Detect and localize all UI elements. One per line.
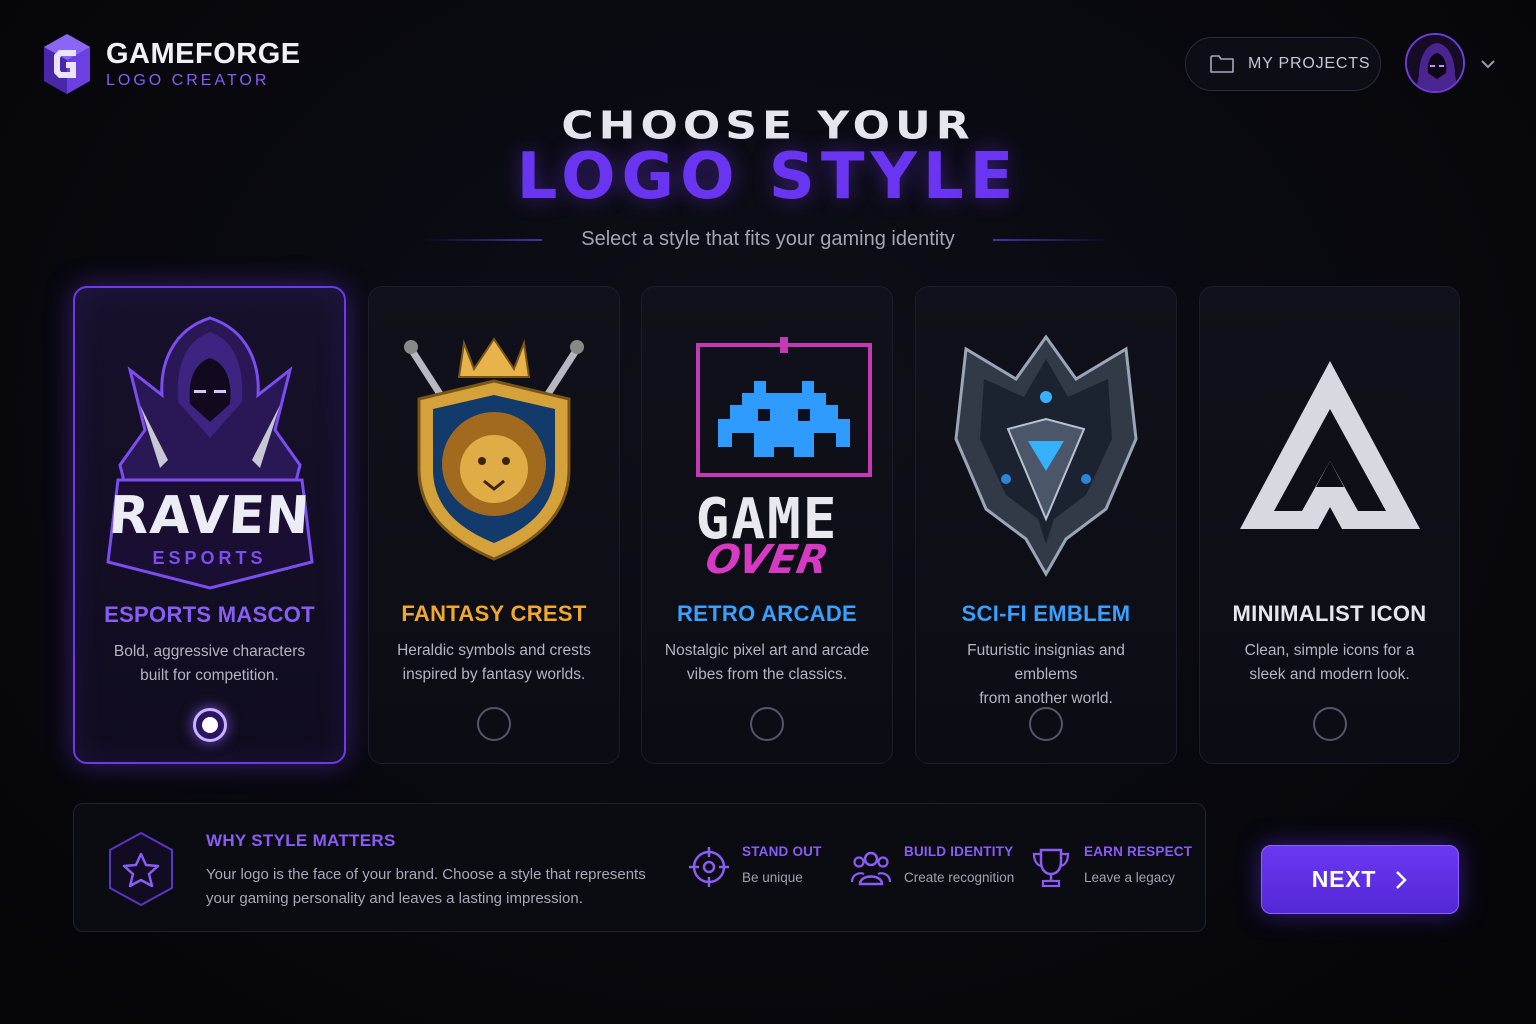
style-title: MINIMALIST ICON [1232,601,1427,626]
brand[interactable]: GAMEFORGE LOGO CREATOR [42,32,301,96]
style-description: Heraldic symbols and crests inspired by … [397,642,591,683]
style-radio[interactable] [1312,707,1347,741]
style-radio[interactable] [750,707,784,741]
next-button[interactable]: NEXT [1261,845,1459,914]
raven-logo-subtext: ESPORTS [152,548,267,568]
esports-mascot-art: RAVEN ESPORTS [75,310,344,590]
over-logo-text: OVER [702,537,832,583]
feature-title: BUILD IDENTITY [904,844,1014,859]
style-title: FANTASY CREST [401,601,587,626]
minimalist-icon-art [1200,309,1459,589]
sci-fi-emblem-art [916,309,1176,589]
feature-build-identity: BUILD IDENTITY Create recognition [850,844,1014,890]
why-style-matters-panel: WHY STYLE MATTERS Your logo is the face … [73,803,1206,932]
chevron-right-icon [1396,870,1408,889]
hero-title-line2: LOGO STYLE [516,140,1020,214]
gameforge-g-logo-icon [44,34,90,94]
chevron-down-icon[interactable] [1478,54,1498,74]
folder-icon [1210,55,1234,73]
feature-desc: Create recognition [904,870,1015,885]
style-card-esports-mascot[interactable]: RAVEN ESPORTS ESPORTS MASCOT Bold, aggre… [73,286,346,764]
my-projects-label: MY PROJECTS [1248,55,1371,72]
retro-arcade-art: GAME OVER [642,309,892,589]
user-avatar[interactable] [1405,33,1465,93]
style-radio[interactable] [477,707,511,741]
style-title: SCI-FI EMBLEM [961,601,1131,626]
style-card-sci-fi-emblem[interactable]: SCI-FI EMBLEM Futuristic insignias and e… [915,286,1177,764]
style-description: Clean, simple icons for a sleek and mode… [1244,642,1415,683]
feature-desc: Be unique [742,870,803,885]
style-description: Bold, aggressive characters built for co… [113,643,306,684]
feature-title: STAND OUT [742,844,822,859]
style-card-retro-arcade[interactable]: GAME OVER RETRO ARCADE Nostalgic pixel a… [641,286,893,764]
feature-title: EARN RESPECT [1084,844,1193,859]
next-label: NEXT [1311,866,1377,892]
hero-subtitle: Select a style that fits your gaming ide… [581,228,955,250]
style-card-minimalist-icon[interactable]: MINIMALIST ICON Clean, simple icons for … [1199,286,1460,764]
brand-subtitle: LOGO CREATOR [106,72,270,89]
style-radio-selected[interactable] [192,708,227,742]
style-title: ESPORTS MASCOT [104,602,315,627]
feature-earn-respect: EARN RESPECT Leave a legacy [1030,844,1192,890]
fantasy-crest-art [369,309,619,589]
info-title: WHY STYLE MATTERS [206,831,396,850]
style-title: RETRO ARCADE [676,601,857,626]
raven-logo-text: RAVEN [106,486,313,546]
feature-desc: Leave a legacy [1084,870,1175,885]
group-icon [850,851,892,886]
info-description: Your logo is the face of your brand. Cho… [206,866,646,907]
feature-stand-out: STAND OUT Be unique [688,844,822,890]
style-description: Futuristic insignias and emblems from an… [967,642,1125,707]
brand-title: GAMEFORGE [106,38,301,70]
style-radio[interactable] [1029,707,1063,741]
style-description: Nostalgic pixel art and arcade vibes fro… [664,642,870,683]
star-hexagon-icon [109,831,173,907]
crosshair-icon [689,847,729,887]
trophy-icon [1032,848,1070,888]
style-card-fantasy-crest[interactable]: FANTASY CREST Heraldic symbols and crest… [368,286,620,764]
my-projects-button[interactable]: MY PROJECTS [1185,37,1381,91]
hooded-avatar-icon [1407,35,1463,91]
